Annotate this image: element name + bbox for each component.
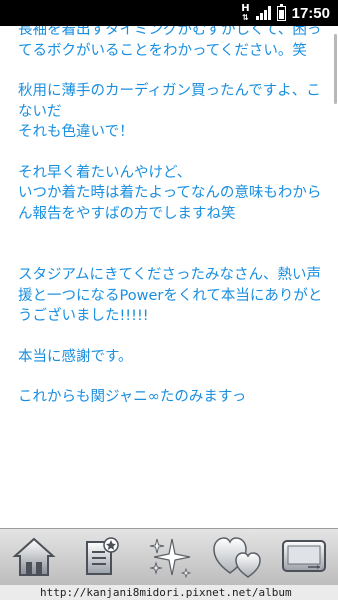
bookmark-button[interactable] [75,533,127,581]
signal-strength-icon [255,6,271,20]
url-bar[interactable]: http://kanjani8midori.pixnet.net/album [0,584,338,600]
sparkle-button[interactable] [143,533,195,581]
paragraph-sleeves: 長袖を着出すタイミングがむずかしくて、困ってるボクがいることをわかってください。… [18,26,322,59]
hearts-icon [212,536,261,578]
data-arrows-icon: ⇅ [242,13,249,22]
network-type-label: H [241,3,250,14]
bottom-toolbar [0,528,338,584]
status-bar: H ⇅ 17:50 [0,0,338,26]
network-type-indicator: H ⇅ [241,3,250,23]
paragraph-closing: これからも関ジャニ∞たのみますっ [18,389,247,405]
paragraph-want-to-wear: それ早く着たいんやけど、 [18,164,192,181]
home-button[interactable] [8,533,60,581]
favorites-button[interactable] [211,533,263,581]
paragraph-stadium-thanks: スタジアムにきてくださったみなさん、熱い声援と一つになるPowerをくれて本当に… [18,267,323,324]
sparkle-icon [149,538,192,578]
article-content[interactable]: 長袖を着出すタイミングがむずかしくて、困ってるボクがいることをわかってください。… [0,26,338,528]
home-icon [12,537,56,576]
screen-icon [282,539,327,572]
scrollbar-thumb[interactable] [334,34,337,104]
paragraph-gratitude: 本当に感謝です。 [18,348,133,365]
bookmark-icon [86,536,120,575]
paragraph-report: いつか着た時は着たよってなんの意味もわからん報告をやすばの方でしますね笑 [18,185,322,222]
status-time: 17:50 [291,4,330,22]
paragraph-colors: それも色違いで！ [18,124,134,140]
battery-icon [276,3,286,21]
screen-button[interactable] [278,533,330,581]
paragraph-cardigan: 秋用に薄手のカーディガン買ったんですよ、こないだ [18,83,321,120]
